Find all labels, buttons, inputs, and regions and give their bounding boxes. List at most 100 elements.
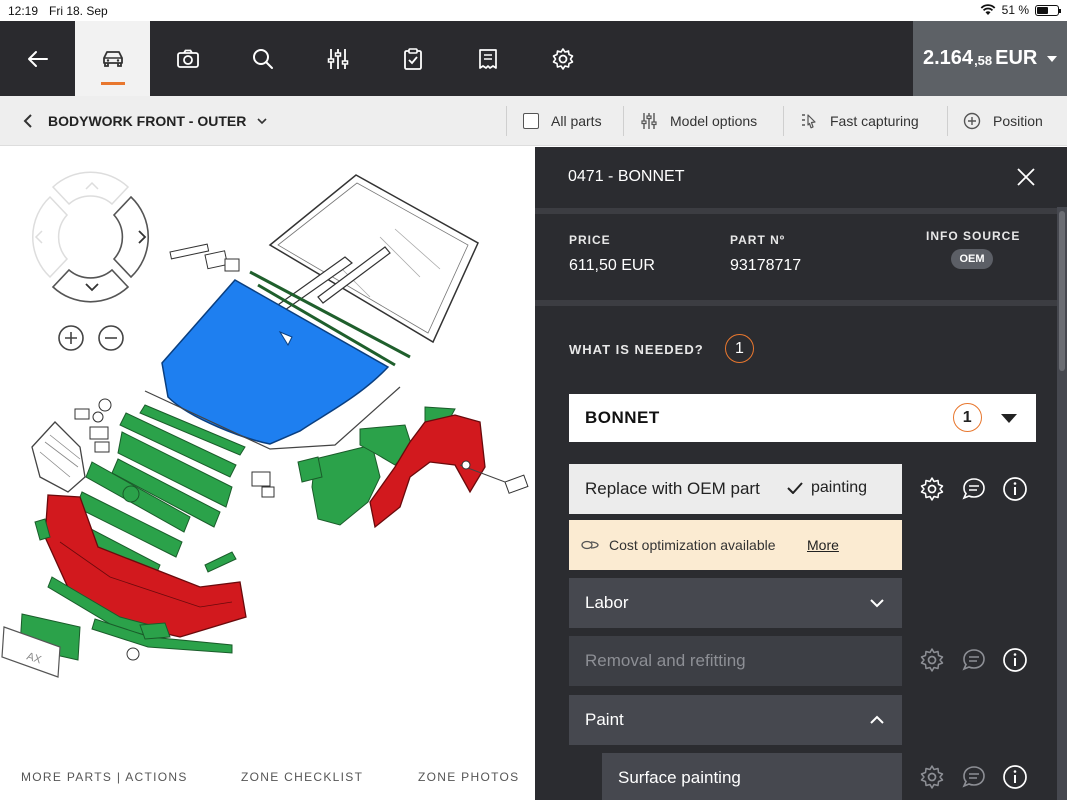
gear-icon[interactable] [919, 647, 945, 673]
price-value: 611,50 EUR [569, 257, 655, 274]
part-title: 0471 - BONNET [568, 168, 685, 185]
tab-photos[interactable] [150, 21, 225, 96]
status-time: 12:19 [8, 4, 39, 18]
tab-vehicle[interactable] [75, 21, 150, 96]
position-label: Position [993, 113, 1043, 129]
part-select-value: BONNET [585, 408, 660, 427]
back-button[interactable] [0, 21, 75, 96]
needed-count: 1 [725, 334, 754, 363]
comment-icon[interactable] [961, 764, 987, 790]
receipt-icon [478, 48, 497, 69]
info-source-label: INFO SOURCE [926, 229, 1021, 243]
plus-circle-icon [963, 112, 981, 130]
total-amount-button[interactable]: 2.164 ,58 EUR [913, 21, 1067, 96]
part-select-count: 1 [953, 403, 982, 432]
comment-icon[interactable] [961, 476, 987, 502]
car-icon [102, 50, 123, 67]
cursor-lines-icon [802, 114, 816, 129]
back-arrow-icon [27, 50, 48, 67]
tab-search[interactable] [225, 21, 300, 96]
top-toolbar: 2.164 ,58 EUR [0, 21, 1067, 96]
replace-label: Replace with OEM part [585, 479, 760, 498]
active-tab-indicator [101, 82, 125, 85]
removal-label: Removal and refitting [585, 651, 746, 670]
clipboard-check-icon [403, 47, 422, 70]
zone-photos-link[interactable]: ZONE PHOTOS [418, 770, 519, 784]
part-number-value: 93178717 [730, 257, 802, 274]
divider [506, 106, 507, 136]
labor-label: Labor [585, 593, 629, 612]
coins-icon [581, 540, 599, 550]
all-parts-label: All parts [551, 113, 602, 129]
exploded-parts-view[interactable]: AX [0, 147, 535, 753]
close-icon[interactable] [1016, 167, 1036, 187]
chevron-up-icon [870, 715, 884, 724]
zone-title: BODYWORK FRONT - OUTER [48, 113, 247, 129]
sliders-icon [641, 113, 657, 129]
gear-icon[interactable] [919, 764, 945, 790]
paint-label: Paint [585, 710, 624, 729]
chevron-down-icon [257, 118, 267, 125]
divider [535, 208, 1057, 214]
tab-invoice[interactable] [450, 21, 525, 96]
comment-icon[interactable] [961, 647, 987, 673]
headlight-part[interactable] [31, 421, 86, 493]
all-parts-checkbox[interactable] [523, 113, 539, 129]
caret-down-icon [1047, 55, 1058, 62]
divider [947, 106, 948, 136]
bonnet-part[interactable] [161, 279, 390, 445]
surface-painting-label: Surface painting [618, 768, 741, 787]
divider [623, 106, 624, 136]
part-number-label: PART Nº [730, 233, 786, 247]
fast-capturing-button[interactable]: Fast capturing [800, 96, 919, 146]
camera-icon [176, 49, 199, 68]
model-options-button[interactable]: Model options [640, 96, 757, 146]
status-bar: 12:19 Fri 18. Sep 51 % [0, 0, 1067, 21]
labor-section-header[interactable]: Labor [569, 578, 902, 628]
replace-oem-option[interactable]: Replace with OEM part painting [569, 464, 902, 514]
battery-percent: 51 % [1001, 3, 1029, 17]
zone-selector[interactable]: BODYWORK FRONT - OUTER [22, 96, 268, 146]
tab-checklist[interactable] [375, 21, 450, 96]
scrollbar-thumb[interactable] [1059, 211, 1065, 371]
scrollbar[interactable] [1057, 207, 1067, 800]
painting-label: painting [811, 479, 868, 496]
total-decimals: ,58 [974, 53, 993, 68]
info-icon[interactable] [1002, 647, 1028, 673]
dropdown-triangle-icon [1001, 414, 1017, 423]
oem-badge: OEM [951, 249, 993, 269]
cost-optimization-banner: Cost optimization available More [569, 520, 902, 570]
wifi-icon [980, 4, 995, 15]
cost-text: Cost optimization available [609, 537, 776, 553]
paint-section-header[interactable]: Paint [569, 695, 902, 745]
fog-light-part[interactable] [126, 647, 140, 661]
status-date: Fri 18. Sep [49, 4, 108, 18]
tab-settings[interactable] [525, 21, 600, 96]
zone-checklist-link[interactable]: ZONE CHECKLIST [241, 770, 363, 784]
part-select[interactable]: BONNET 1 [569, 394, 1036, 442]
total-currency: EUR [995, 47, 1038, 69]
bottom-links: MORE PARTS | ACTIONS ZONE CHECKLIST ZONE… [0, 753, 535, 800]
check-icon [787, 482, 803, 494]
info-icon[interactable] [1002, 764, 1028, 790]
more-parts-link[interactable]: MORE PARTS | ACTIONS [21, 770, 188, 784]
surface-painting-row[interactable]: Surface painting [602, 753, 902, 800]
gear-icon [552, 47, 573, 70]
chevron-down-icon [870, 599, 884, 608]
what-is-needed-label: WHAT IS NEEDED? [569, 342, 704, 357]
removal-refitting-row[interactable]: Removal and refitting [569, 636, 902, 686]
search-icon [252, 48, 273, 69]
model-options-label: Model options [670, 113, 758, 129]
all-parts-toggle[interactable]: All parts [523, 96, 602, 146]
cost-more-link[interactable]: More [807, 537, 839, 553]
price-label: PRICE [569, 233, 611, 247]
chevron-left-icon [23, 114, 32, 128]
fast-capturing-label: Fast capturing [830, 113, 919, 129]
position-button[interactable]: Position [963, 96, 1043, 146]
total-main: 2.164 [923, 47, 974, 69]
sliders-icon [327, 48, 348, 69]
divider [783, 106, 784, 136]
gear-icon[interactable] [919, 476, 945, 502]
info-icon[interactable] [1002, 476, 1028, 502]
tab-settings-sliders[interactable] [300, 21, 375, 96]
